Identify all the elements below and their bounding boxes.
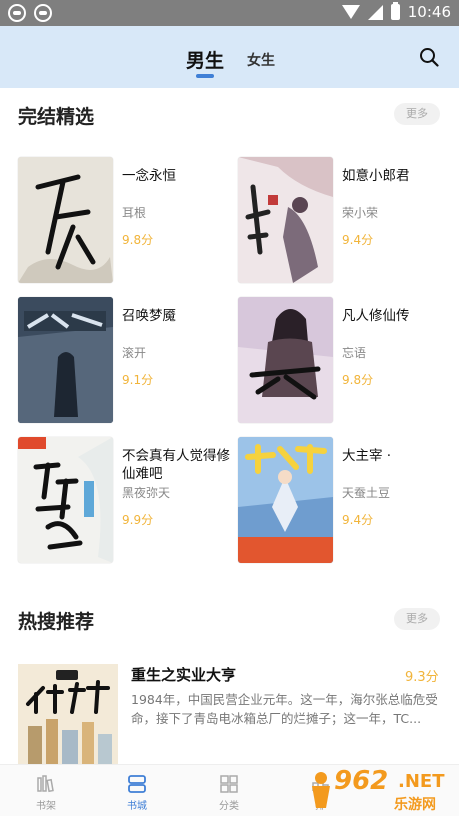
- book-cover: [18, 157, 113, 283]
- book-score: 9.1分: [122, 373, 154, 387]
- cover-art: [18, 174, 113, 283]
- top-bar: 男生 女生: [0, 26, 459, 88]
- book-author: 黑夜弥天: [122, 486, 171, 500]
- book-cover: [238, 297, 333, 423]
- more-button-finished[interactable]: 更多: [394, 103, 440, 125]
- book-title: 一念永恒: [122, 168, 176, 184]
- bookstore-icon: [128, 775, 146, 793]
- book-author: 滚开: [122, 346, 147, 360]
- wifi-icon: [341, 5, 360, 19]
- book-author: 耳根: [122, 206, 147, 220]
- book-score: 9.8分: [342, 373, 374, 387]
- nav-category[interactable]: 分类: [199, 765, 259, 816]
- hot-book-score: 9.3分: [405, 670, 439, 685]
- cover-art: [238, 437, 333, 563]
- book-cover: [238, 157, 333, 283]
- signal-icon: [367, 4, 383, 20]
- book-score: 9.4分: [342, 233, 374, 247]
- book-title: 凡人修仙传: [342, 308, 410, 324]
- book-author: 忘语: [342, 346, 367, 360]
- book-score: 9.9分: [122, 513, 154, 527]
- section-title-finished: 完结精选: [18, 106, 95, 128]
- nav-bookshelf[interactable]: 书架: [16, 765, 76, 816]
- book-card[interactable]: 一念永恒 耳根 9.8分: [18, 157, 233, 285]
- hot-book-description: 1984年，中国民营企业元年。这一年，海尔张总临危受命，接下了青岛电冰箱总厂的烂…: [131, 692, 438, 726]
- watermark-number: 962: [334, 766, 389, 796]
- book-card[interactable]: 召唤梦魇 滚开 9.1分: [18, 297, 233, 425]
- nav-label: 书架: [36, 801, 56, 812]
- battery-icon: [390, 2, 400, 20]
- book-author: 荣小荣: [342, 206, 379, 220]
- book-title: 大主宰 ·: [342, 448, 392, 464]
- cover-art: [18, 664, 118, 764]
- tab-female[interactable]: 女生: [247, 50, 275, 70]
- book-title: 不会真有人觉得修仙难吧: [122, 448, 230, 482]
- book-cover: [18, 297, 113, 423]
- book-cover: [238, 437, 333, 563]
- nav-label: 书城: [127, 801, 147, 812]
- book-card[interactable]: 不会真有人觉得修仙难吧 黑夜弥天 9.9分: [18, 437, 233, 565]
- more-button-hot[interactable]: 更多: [394, 608, 440, 630]
- book-cover: [18, 437, 113, 563]
- notification-icons: [8, 4, 52, 22]
- section-title-hot: 热搜推荐: [18, 611, 95, 633]
- nav-label: 分类: [219, 801, 239, 812]
- cover-art: [18, 297, 113, 423]
- watermark-logo: 962 .NET 乐游网: [306, 766, 456, 814]
- status-time: 10:46: [407, 3, 451, 21]
- active-tab-indicator: [196, 74, 214, 78]
- hot-book-title[interactable]: 重生之实业大亨: [131, 664, 236, 685]
- watermark-figure-icon: [312, 772, 330, 808]
- status-bar: 10:46: [0, 0, 459, 26]
- book-author: 天蚕土豆: [342, 486, 391, 500]
- book-score: 9.8分: [122, 233, 154, 247]
- book-score: 9.4分: [342, 513, 374, 527]
- nav-bookstore[interactable]: 书城: [107, 765, 167, 816]
- notification-icon: [34, 4, 52, 22]
- cover-art: [18, 437, 113, 563]
- bookshelf-icon: [37, 775, 54, 793]
- watermark-net: .NET: [398, 771, 445, 792]
- cover-art: [238, 297, 333, 400]
- book-title: 召唤梦魇: [122, 308, 176, 324]
- cover-art: [238, 157, 333, 283]
- book-card[interactable]: 如意小郎君 荣小荣 9.4分: [238, 157, 453, 285]
- book-card[interactable]: 凡人修仙传 忘语 9.8分: [238, 297, 453, 425]
- tab-male[interactable]: 男生: [186, 46, 224, 73]
- book-title: 如意小郎君: [342, 168, 410, 184]
- hot-book-cover[interactable]: [18, 664, 118, 764]
- notification-icon: [8, 4, 26, 22]
- category-icon: [220, 775, 238, 793]
- watermark-site-name: 乐游网: [394, 797, 436, 813]
- book-card[interactable]: 大主宰 · 天蚕土豆 9.4分: [238, 437, 453, 565]
- search-icon[interactable]: [419, 47, 439, 67]
